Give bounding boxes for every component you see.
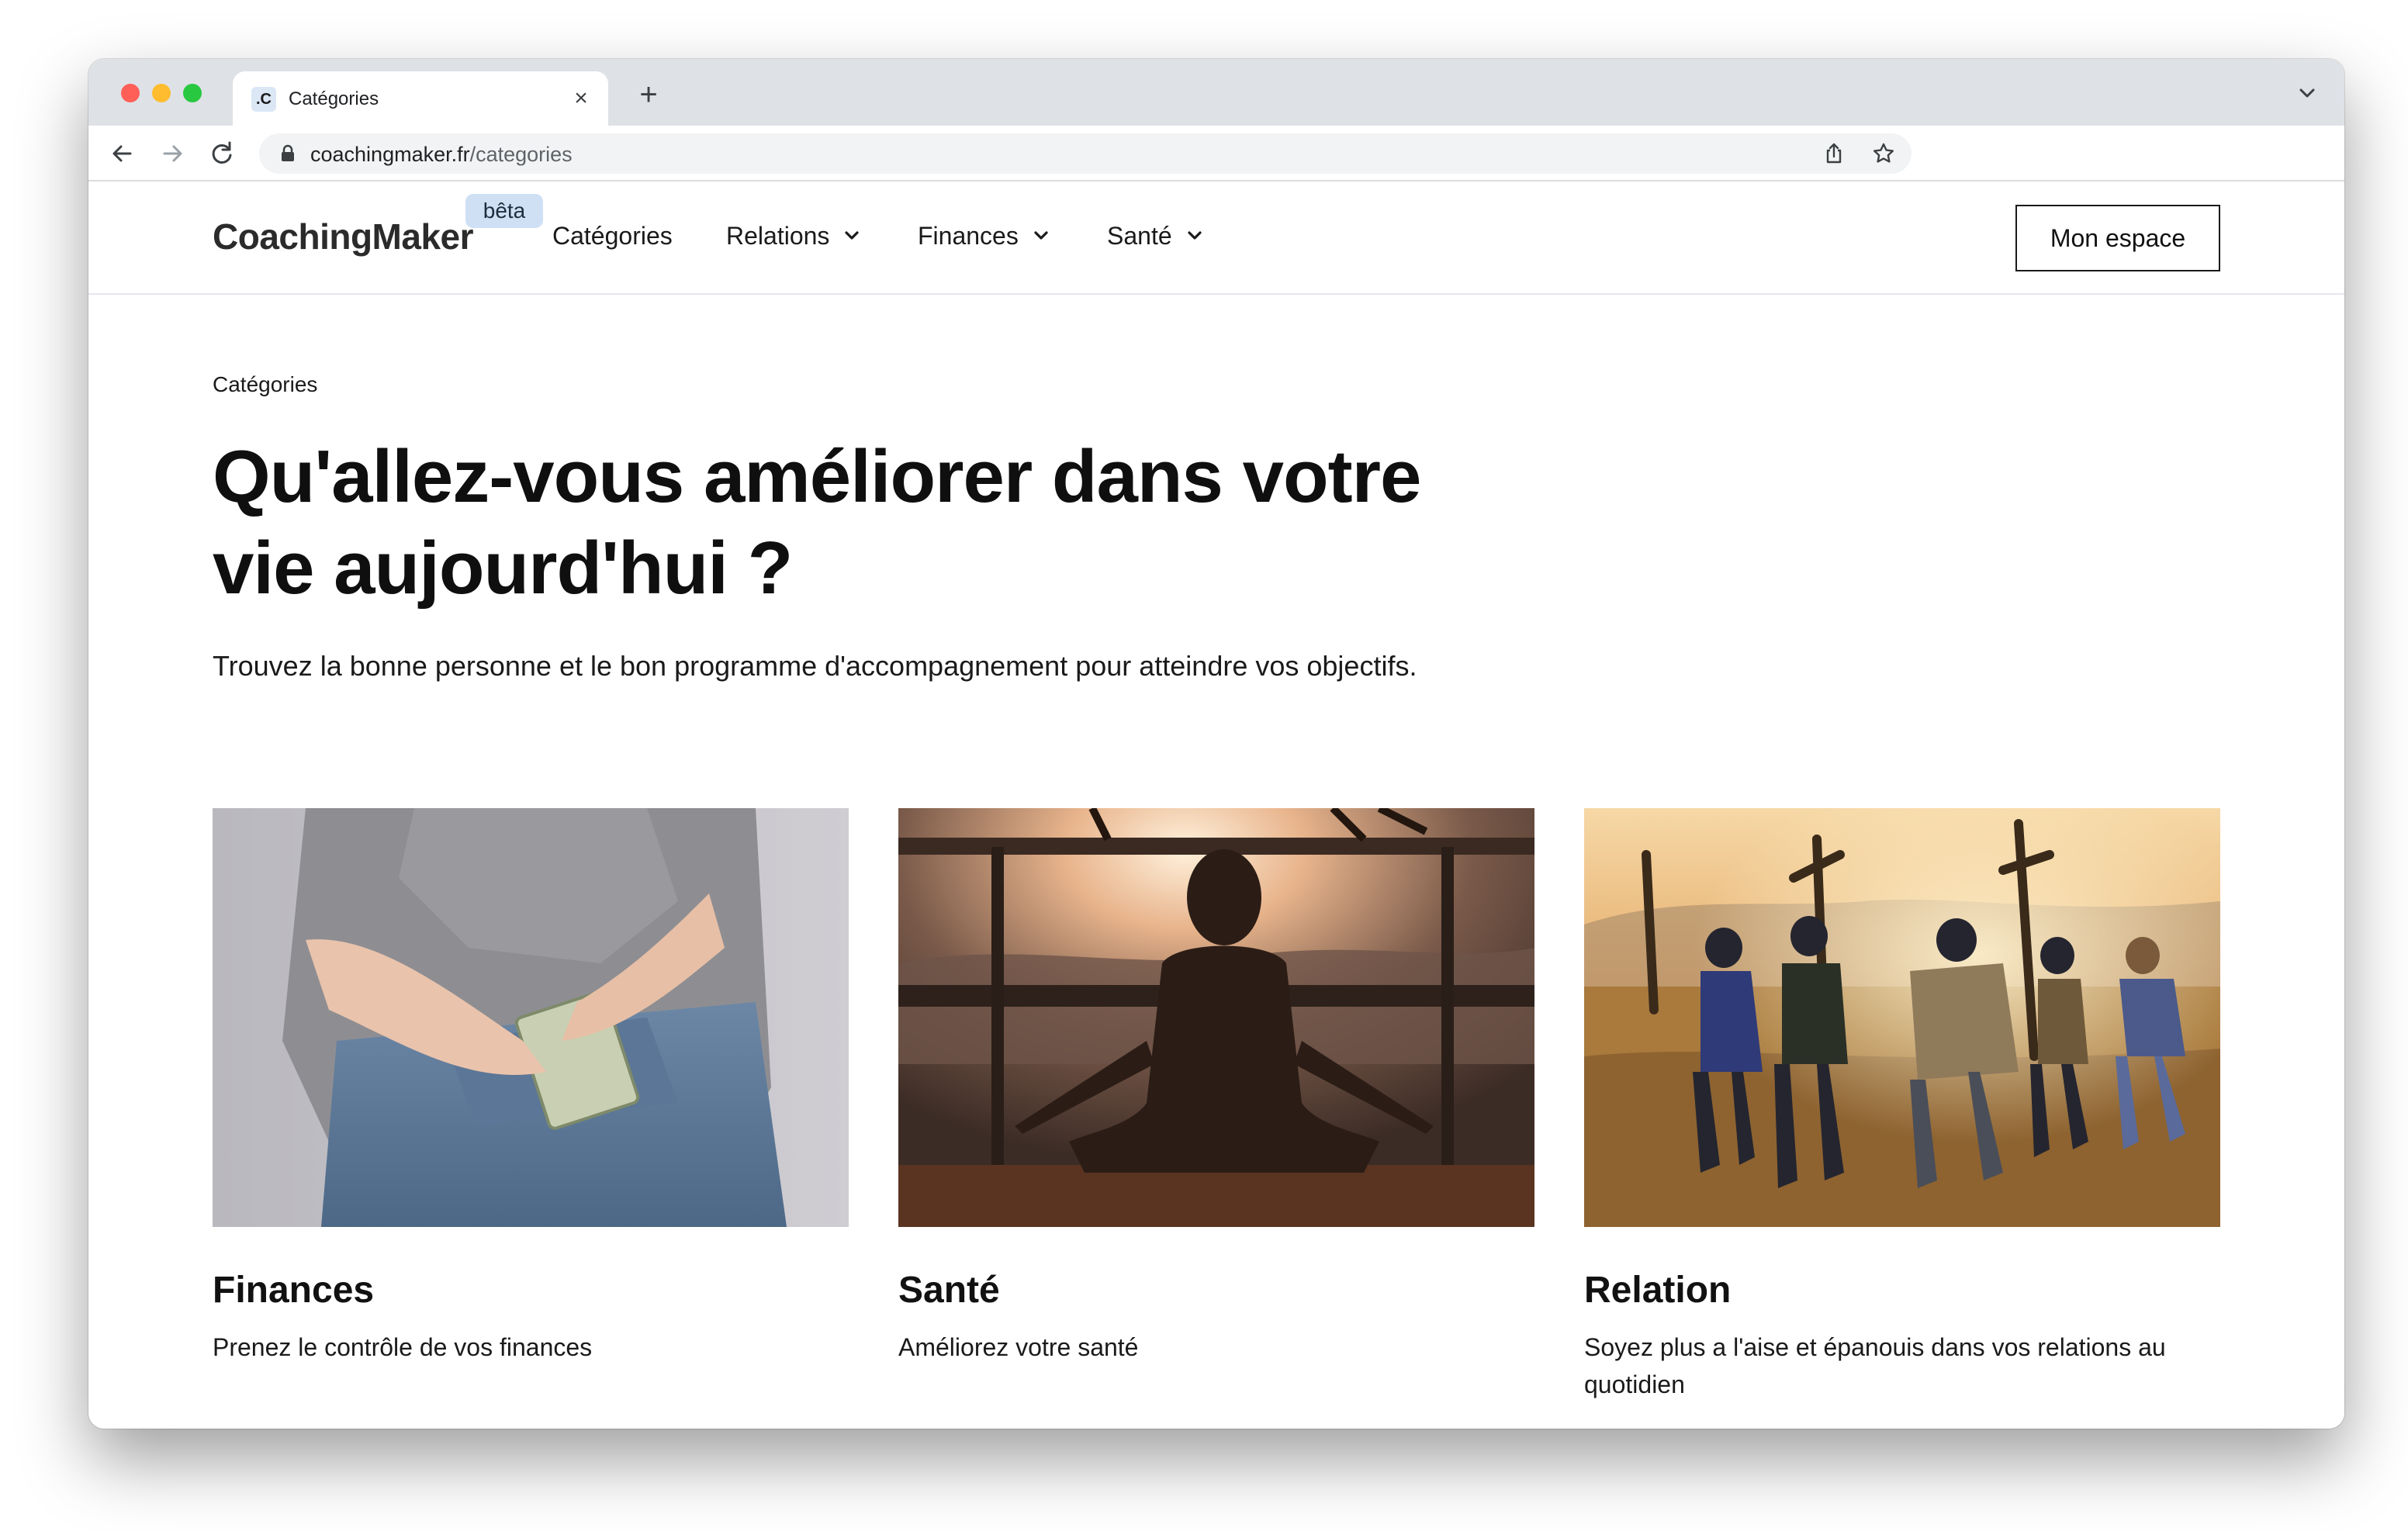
card-title: Finances (213, 1270, 375, 1311)
site-header: CoachingMaker bêta Catégories Relations … (88, 181, 2344, 295)
category-card-sante[interactable]: Santé Améliorez votre santé (898, 808, 1534, 1366)
tab-search-chevron-icon[interactable] (2292, 78, 2323, 109)
nav-item-relations[interactable]: Relations (726, 220, 860, 251)
relation-photo[interactable] (1584, 808, 2220, 1227)
mon-espace-button[interactable]: Mon espace (2015, 205, 2220, 271)
nav-item-sante[interactable]: Santé (1107, 220, 1203, 251)
forward-arrow-icon[interactable] (155, 137, 189, 171)
nav-label: Finances (918, 221, 1019, 250)
lock-icon[interactable] (279, 144, 296, 163)
nav-item-finances[interactable]: Finances (918, 220, 1050, 251)
card-title: Santé (898, 1270, 1000, 1311)
url-host: coachingmaker.fr (310, 143, 470, 166)
browser-window: .C Catégories × + coachingmaker.fr/categ… (88, 59, 2344, 1429)
page-title: Qu'allez-vous améliorer dans votre vie a… (213, 431, 1531, 614)
beta-badge: bêta (465, 194, 543, 228)
page-subtitle: Trouvez la bonne personne et le bon prog… (213, 650, 1417, 682)
share-icon[interactable] (1822, 141, 1846, 166)
favicon-icon: .C (251, 87, 276, 112)
chevron-down-icon (845, 231, 860, 240)
nav-label: Santé (1107, 221, 1172, 250)
page-title-line-1: Qu'allez-vous améliorer dans votre (213, 435, 1421, 518)
card-description: Prenez le contrôle de vos finances (213, 1333, 593, 1361)
browser-toolbar: coachingmaker.fr/categories (88, 126, 2344, 181)
new-tab-icon[interactable]: + (631, 78, 666, 112)
minimize-window-button[interactable] (152, 84, 171, 102)
finances-photo[interactable] (213, 808, 849, 1227)
back-arrow-icon[interactable] (106, 137, 140, 171)
reload-icon[interactable] (205, 137, 239, 171)
bookmark-star-icon[interactable] (1871, 141, 1896, 166)
breadcrumb[interactable]: Catégories (213, 372, 317, 397)
tab-title: Catégories (289, 88, 379, 109)
close-window-button[interactable] (121, 84, 140, 102)
address-bar[interactable]: coachingmaker.fr/categories (259, 133, 1912, 174)
card-title: Relation (1584, 1270, 1732, 1311)
browser-tab[interactable]: .C Catégories × (233, 71, 608, 126)
card-description: Soyez plus a l'aise et épanouis dans vos… (1584, 1333, 2166, 1398)
card-description: Améliorez votre santé (898, 1333, 1139, 1361)
tab-close-icon[interactable]: × (568, 85, 594, 112)
nav-label: Relations (726, 221, 830, 250)
url-path: /categories (469, 143, 573, 166)
sante-photo[interactable] (898, 808, 1534, 1227)
chevron-down-icon (1034, 231, 1048, 240)
category-card-finances[interactable]: Finances Prenez le contrôle de vos finan… (213, 808, 849, 1366)
category-card-relation[interactable]: Relation Soyez plus a l'aise et épanouis… (1584, 808, 2220, 1403)
nav-item-categories[interactable]: Catégories (552, 220, 673, 251)
chevron-down-icon (1188, 231, 1202, 240)
nav-label: Catégories (552, 221, 673, 250)
tab-strip: .C Catégories × + (88, 59, 2344, 126)
page-title-line-2: vie aujourd'hui ? (213, 527, 793, 610)
maximize-window-button[interactable] (183, 84, 202, 102)
site-logo[interactable]: CoachingMaker (213, 216, 474, 257)
url-text[interactable]: coachingmaker.fr/categories (310, 143, 573, 167)
